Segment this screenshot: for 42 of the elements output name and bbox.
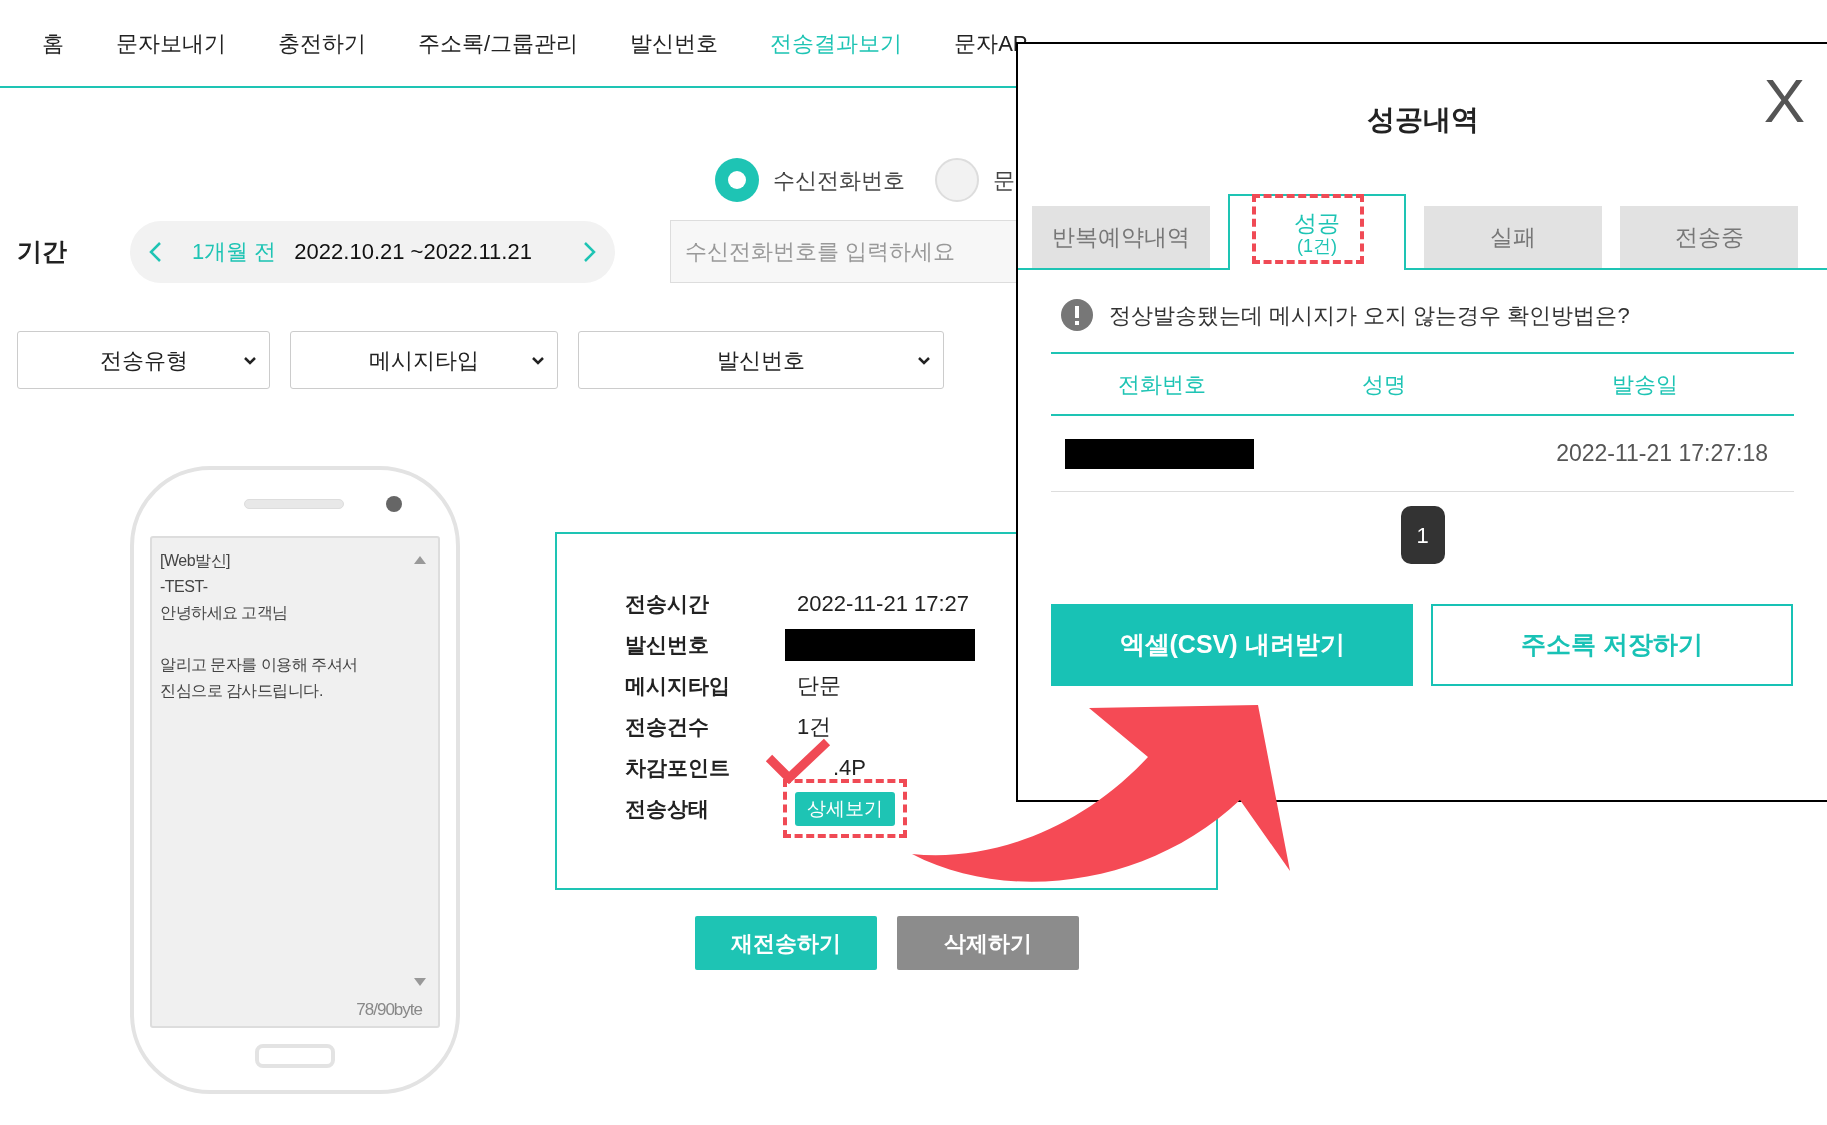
- column-header: 발송일: [1610, 370, 1679, 399]
- chevron-down-icon: [917, 356, 931, 366]
- detail-value: 단문: [797, 672, 841, 700]
- dialog-title: 성공내역: [1366, 103, 1479, 137]
- page-button[interactable]: 1: [1400, 506, 1445, 564]
- byte-count: 78/90byte: [356, 998, 422, 1021]
- column-header: 성명: [1361, 370, 1407, 399]
- dropdown[interactable]: 전송유형: [17, 331, 270, 389]
- date-range: 2022.10.21 ~2022.11.21: [294, 238, 532, 266]
- nav-link[interactable]: 주소록/그룹관리: [418, 26, 579, 60]
- radio-button[interactable]: [715, 158, 759, 202]
- dropdown[interactable]: 메시지타입: [290, 331, 558, 389]
- close-button[interactable]: X: [1763, 70, 1805, 132]
- detail-value: 1건: [797, 713, 832, 741]
- scroll-up-icon[interactable]: [414, 556, 426, 564]
- detail-label: 전송상태: [625, 796, 710, 822]
- detail-label: 발신번호: [625, 632, 710, 658]
- detail-label: 차감포인트: [625, 755, 731, 781]
- nav-link[interactable]: 충전하기: [278, 26, 366, 60]
- period-preset: 1개월 전: [192, 238, 277, 266]
- nav-link[interactable]: 발신번호: [630, 26, 719, 60]
- radio-label: 수신전화번호: [773, 166, 905, 195]
- help-link[interactable]: 정상발송됐는데 메시지가 오지 않는경우 확인방법은?: [1109, 298, 1630, 332]
- home-button[interactable]: [255, 1044, 335, 1068]
- table-cell-text: 2022-11-21 17:27:18: [1555, 439, 1769, 469]
- detail-label: 전송건수: [625, 714, 710, 740]
- detail-label: 메시지타입: [625, 673, 731, 699]
- column-header: 전화번호: [1117, 370, 1207, 399]
- scroll-down-icon[interactable]: [414, 978, 426, 986]
- period-label: 기간: [17, 235, 68, 267]
- detail-value: 2022-11-21 17:27: [797, 590, 970, 618]
- chevron-down-icon: [243, 356, 257, 366]
- detail-value: .4P: [832, 754, 867, 782]
- message-text: [Web발신] -TEST- 안녕하세요 고객님 알리고 문자를 이용해 주셔서 진심으로 감사드립니다.: [160, 551, 358, 701]
- exclamation-icon: [1061, 299, 1093, 331]
- detail-label: 전송시간: [625, 591, 710, 617]
- dropdown[interactable]: 발신번호: [578, 331, 944, 389]
- nav-link[interactable]: 홈: [42, 26, 64, 60]
- chevron-down-icon: [531, 356, 545, 366]
- radio-button[interactable]: [935, 158, 979, 202]
- radio-label: 문: [993, 166, 1015, 195]
- nav-link[interactable]: 문자보내기: [116, 26, 226, 60]
